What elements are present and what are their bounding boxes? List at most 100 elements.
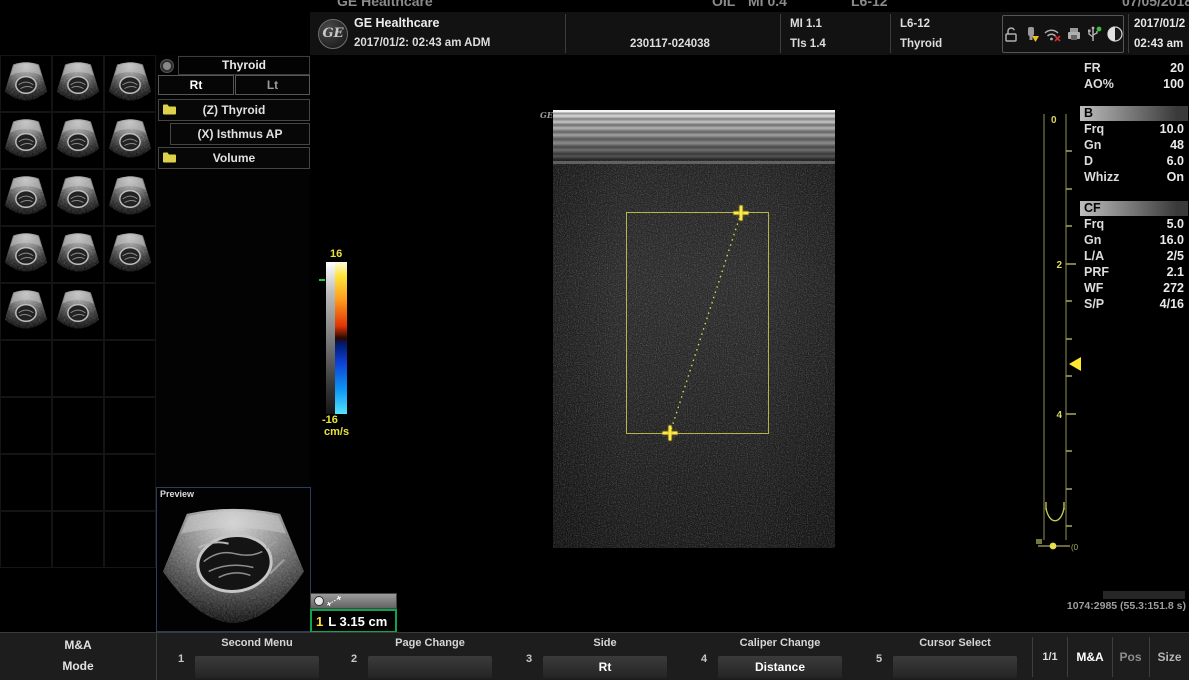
softkey-label: Side bbox=[543, 637, 667, 652]
caliper-end-marker[interactable] bbox=[663, 426, 678, 441]
thumbnail[interactable] bbox=[0, 226, 52, 283]
grayscale-bar bbox=[326, 262, 335, 414]
thumbnail[interactable] bbox=[52, 55, 104, 112]
param-row: D6.0 bbox=[1080, 153, 1188, 169]
probe-label: L6-12 bbox=[900, 18, 930, 30]
divider bbox=[890, 14, 891, 53]
thumbnail-image bbox=[54, 286, 102, 338]
scale-bars bbox=[326, 262, 347, 414]
caliper-icon bbox=[327, 596, 341, 606]
gallery-controls: 14 bbox=[0, 570, 156, 632]
thumbnail-empty-cell bbox=[104, 340, 156, 397]
measure-menu-panel: Thyroid Rt Lt (Z) Thyroid (X) Isthmus AP… bbox=[156, 55, 310, 487]
parameter-panel: FR20 AO%100 B Frq10.0 Gn48 D6.0 WhizzOn … bbox=[1080, 56, 1188, 312]
thumbnail[interactable] bbox=[0, 55, 52, 112]
depth-label-4: 4 bbox=[1056, 410, 1062, 421]
thumbnail[interactable] bbox=[104, 112, 156, 169]
menu-page-indicator: 1/1 bbox=[1033, 633, 1067, 680]
tab-left[interactable]: Lt bbox=[235, 75, 310, 95]
thumbnail[interactable] bbox=[104, 226, 156, 283]
measurement-result-box: 1 L 3.15 cm bbox=[310, 593, 397, 633]
caliper-change-button[interactable]: Distance bbox=[718, 656, 842, 678]
mode-line-2: Mode bbox=[0, 659, 156, 673]
ghost-mi: MI 0.4 bbox=[748, 0, 787, 9]
param-row: WF272 bbox=[1080, 280, 1188, 296]
cf-mode-section-header: CF bbox=[1080, 201, 1188, 216]
depth-ruler: 0 2 4 (0 bbox=[1036, 104, 1082, 566]
menu-item-label: (X) Isthmus AP bbox=[171, 124, 309, 144]
softkey-group-2: 2 Page Change bbox=[368, 637, 492, 678]
softkey-group-4: 4 Caliper Change Distance bbox=[718, 637, 842, 678]
thumbnail[interactable] bbox=[52, 283, 104, 340]
thumbnail-image bbox=[2, 115, 50, 167]
menu-item-thyroid[interactable]: (Z) Thyroid bbox=[158, 99, 310, 121]
preview-panel[interactable]: Preview bbox=[156, 487, 311, 632]
ghost-brand: GE Healthcare bbox=[337, 0, 433, 9]
menu-item-isthmus[interactable]: (X) Isthmus AP bbox=[170, 123, 310, 145]
thumbnail-image bbox=[106, 115, 154, 167]
thumbnail-image bbox=[54, 58, 102, 110]
thumbnail[interactable] bbox=[52, 169, 104, 226]
thumbnail[interactable] bbox=[0, 112, 52, 169]
side-button[interactable]: Rt bbox=[543, 656, 667, 678]
thumbnail-empty-cell bbox=[52, 454, 104, 511]
thumbnail[interactable] bbox=[104, 55, 156, 112]
menu-header: Thyroid bbox=[156, 56, 310, 74]
thumbnail-empty-cell bbox=[104, 454, 156, 511]
size-button[interactable]: Size bbox=[1150, 633, 1189, 680]
thumbnail-empty-cell bbox=[0, 511, 52, 568]
ghost-date: 07/05/2018 bbox=[1122, 0, 1189, 9]
thumbnail[interactable] bbox=[104, 169, 156, 226]
softkey-label: Caliper Change bbox=[718, 637, 842, 652]
tab-right[interactable]: Rt bbox=[158, 75, 234, 95]
preview-image bbox=[159, 501, 308, 628]
tis-readout: TIs 1.4 bbox=[790, 38, 826, 50]
mode-indicator: M&A Mode bbox=[0, 633, 157, 680]
pos-button[interactable]: Pos bbox=[1113, 633, 1148, 680]
thumbnail-image bbox=[54, 172, 102, 224]
radio-dot-icon[interactable] bbox=[161, 60, 173, 72]
thumbnail-empty-cell bbox=[0, 397, 52, 454]
preview-label: Preview bbox=[160, 489, 194, 499]
softkey-group-1: 1 Second Menu bbox=[195, 637, 319, 678]
param-row: S/P4/16 bbox=[1080, 296, 1188, 312]
second-menu-button[interactable] bbox=[195, 656, 319, 678]
thumbnail-empty-cell bbox=[104, 397, 156, 454]
softkey-number: 2 bbox=[351, 653, 357, 665]
exam-id: 230117-024038 bbox=[630, 38, 710, 50]
ultrasound-image[interactable] bbox=[553, 110, 835, 548]
ma-button[interactable]: M&A bbox=[1069, 633, 1111, 680]
param-row: PRF2.1 bbox=[1080, 264, 1188, 280]
thumbnail[interactable] bbox=[0, 169, 52, 226]
divider bbox=[1067, 637, 1068, 677]
focus-marker[interactable] bbox=[1069, 357, 1081, 371]
ghost-probe: L6-12 bbox=[851, 0, 888, 9]
thumbnail[interactable] bbox=[52, 226, 104, 283]
contrast-icon bbox=[1106, 25, 1123, 43]
measurement-header bbox=[310, 593, 397, 609]
menu-item-volume[interactable]: Volume bbox=[158, 147, 310, 169]
param-row: Gn16.0 bbox=[1080, 232, 1188, 248]
thumbnail[interactable] bbox=[52, 112, 104, 169]
param-row: Frq10.0 bbox=[1080, 121, 1188, 137]
depth-label-0: 0 bbox=[1051, 115, 1057, 126]
ge-logo-icon: GE bbox=[318, 19, 348, 49]
softkey-label: Cursor Select bbox=[893, 637, 1017, 652]
scale-unit-label: cm/s bbox=[324, 426, 349, 438]
thumbnail-empty-cell bbox=[52, 511, 104, 568]
cursor-select-button[interactable] bbox=[893, 656, 1017, 678]
system-time: 02:43 am bbox=[1134, 38, 1183, 50]
page-change-button[interactable] bbox=[368, 656, 492, 678]
param-row: AO%100 bbox=[1080, 76, 1188, 92]
system-date: 2017/01/2 bbox=[1134, 18, 1184, 30]
menu-item-label: (Z) Thyroid bbox=[159, 100, 309, 120]
b-mode-section-header: B bbox=[1080, 106, 1188, 121]
softkey-number: 3 bbox=[526, 653, 532, 665]
scale-max-label: 16 bbox=[330, 248, 342, 260]
divider bbox=[780, 14, 781, 53]
thumbnail[interactable] bbox=[0, 283, 52, 340]
wifi-off-icon bbox=[1043, 25, 1061, 43]
divider bbox=[1128, 14, 1129, 53]
caliper-start-marker[interactable] bbox=[734, 206, 749, 221]
top-bar: GE GE Healthcare 2017/01/2: 02:43 am ADM… bbox=[310, 12, 1189, 55]
